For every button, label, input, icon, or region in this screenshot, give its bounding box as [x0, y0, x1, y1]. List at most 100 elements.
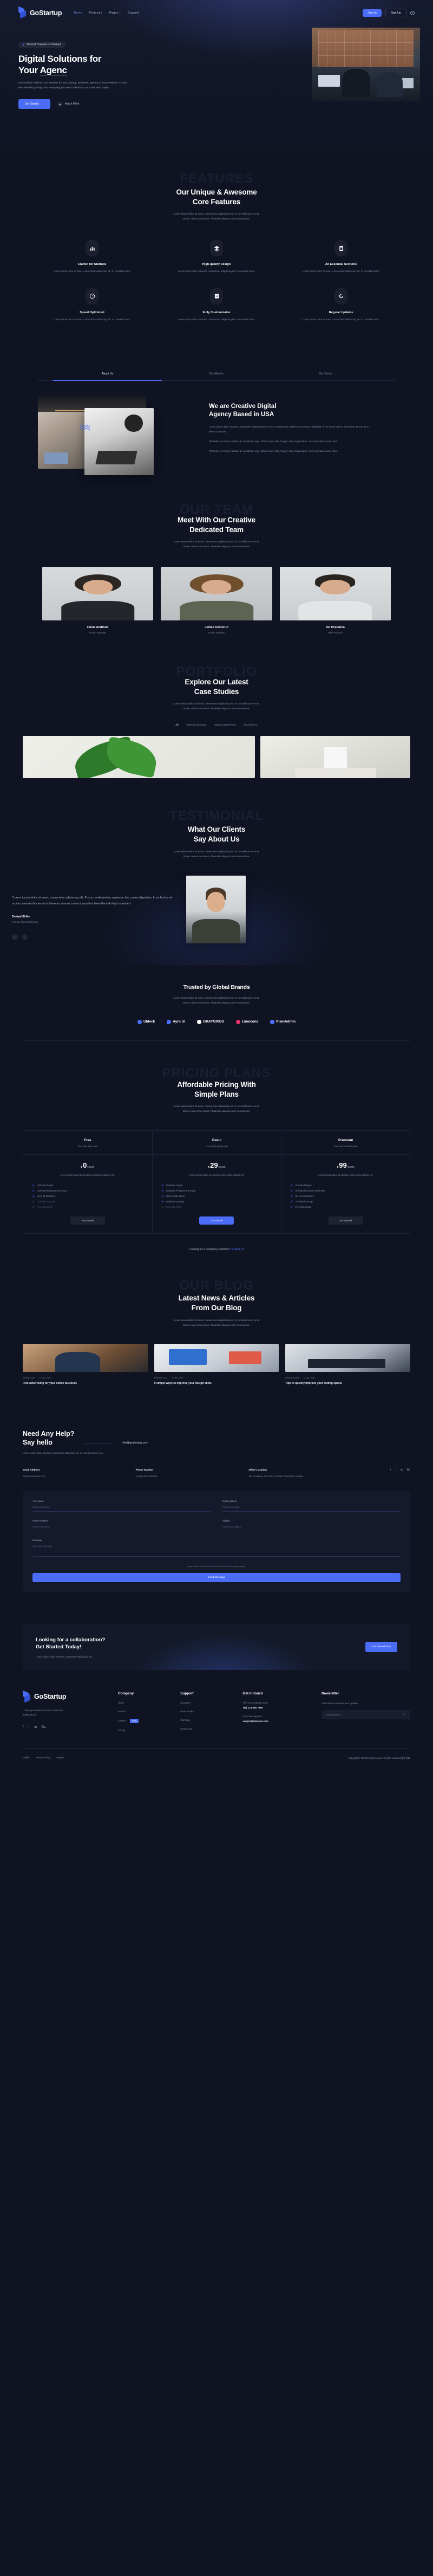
footer-link-support[interactable]: Support [56, 1756, 64, 1759]
filter-all[interactable]: All [175, 723, 178, 726]
plan-desc: Lorem ipsum dolor sit ametion consectetu… [60, 1173, 115, 1176]
testimonial-heading: What Our Clients Say About Us Lorem ipsum… [0, 825, 433, 859]
brands-section: Trusted by Global Brands Lorem ipsum dol… [0, 965, 433, 1057]
send-message-button[interactable]: Send Message [32, 1573, 401, 1583]
nav-item-support[interactable]: Support [128, 11, 139, 15]
portfolio-item-phone[interactable] [260, 736, 410, 779]
footer-link-company[interactable]: Company [180, 1701, 236, 1704]
linkedin-icon[interactable]: in [401, 1468, 403, 1472]
footer-link-privacy-policy[interactable]: Privacy Policy [36, 1756, 50, 1759]
field-label: Phone Number [32, 1519, 48, 1523]
sign-up-button[interactable]: Sign Up [385, 8, 406, 17]
check-icon: ✓ [290, 1206, 293, 1209]
top-navigation-bar: GoStartup Home Features Pages ▾ Support S… [0, 0, 433, 18]
contact-info-item: Phone Number +99 (0) 101 0000 888 [136, 1468, 244, 1479]
plan-cta-button[interactable]: Get Started [328, 1216, 363, 1225]
next-arrow-icon[interactable]: → [22, 934, 28, 940]
brand-graygrids[interactable]: GRAYGRIDS [197, 1019, 224, 1024]
filter-ecommerce[interactable]: eCommerce [244, 723, 258, 726]
play-icon: ▶ [57, 101, 63, 107]
facebook-icon[interactable]: f [23, 1726, 24, 1729]
avatar [42, 566, 154, 620]
brand-plainadmin[interactable]: PlainAdmin [270, 1019, 296, 1024]
plan-cta-button[interactable]: Get Started [199, 1216, 234, 1225]
member-role: Project Manager [89, 631, 107, 634]
field-email-address: Email Address Enter your email [222, 1500, 401, 1512]
hiring-badge: Hiring [129, 1718, 139, 1723]
pricing-contact-link[interactable]: Contact Us [230, 1248, 244, 1251]
brand-uideck[interactable]: UIdeck [137, 1019, 155, 1024]
check-icon: ✓ [161, 1195, 164, 1198]
filter-branding-strategy[interactable]: Branding Strategy [186, 723, 206, 726]
your-name-input[interactable]: Enter your name [32, 1506, 211, 1512]
field-label: Email Address [222, 1500, 237, 1503]
prev-arrow-icon[interactable]: ← [12, 934, 18, 940]
message-textarea[interactable]: Type your message [32, 1545, 401, 1557]
newsletter-email-input[interactable]: Email address [326, 1713, 404, 1716]
blog-date: 10 Jan, 2022 [171, 1377, 183, 1380]
arrow-right-icon: → [41, 102, 44, 106]
brand-logo[interactable]: GoStartup [18, 8, 62, 18]
behance-icon[interactable]: Be [407, 1468, 410, 1472]
field-label: Your Name [32, 1500, 44, 1503]
footer-logo[interactable]: GoStartup [23, 1692, 111, 1702]
cta-get-started-button[interactable]: Get Started Now [365, 1642, 397, 1653]
brand-ayro-ui[interactable]: Ayro UI [167, 1019, 185, 1024]
testimonial-section: Testimonial What Our Clients Say About Us… [0, 800, 433, 965]
hero-how-it-work-button[interactable]: ▶ How it Work [57, 101, 79, 107]
plan-price: $29/month [208, 1161, 226, 1169]
testimonial-photo [186, 875, 246, 943]
support-email[interactable]: support@domain.com [242, 1720, 315, 1723]
behance-icon[interactable]: Be [42, 1726, 45, 1729]
care-phone[interactable]: +(1) 123 456 7890 [242, 1706, 315, 1709]
footer-newsletter-column: Newsletter Subscribe to receive future u… [322, 1692, 410, 1732]
footer-link-contact-us[interactable]: Contact Us [180, 1727, 236, 1730]
subject-input[interactable]: Enter your subject [222, 1525, 401, 1532]
plainadmin-logo-icon [270, 1019, 275, 1024]
tab-our-mission[interactable]: Our Mission [162, 372, 271, 380]
contact-social: f t in Be [362, 1468, 410, 1472]
blog-card[interactable]: Musharof Chy 10 Jan, 2022 9 simple ways t… [154, 1344, 279, 1386]
brand-lineicons[interactable]: Lineicons [235, 1019, 258, 1024]
portfolio-grid [0, 736, 433, 779]
tab-about-us[interactable]: About Us [53, 372, 162, 381]
plan-subtitle: The most popular plan [205, 1144, 228, 1148]
pricing-card-free: Free The most basic plan $0/month Lorem … [23, 1130, 152, 1234]
facebook-icon[interactable]: f [390, 1468, 391, 1472]
feature-desc: Lorem ipsum dolor sit amet, consectetur … [302, 318, 380, 321]
nav-item-home[interactable]: Home [74, 11, 82, 15]
info-title: Phone Number [135, 1468, 154, 1471]
tab-our-vision[interactable]: Our Vision [271, 372, 380, 380]
send-icon[interactable]: ▷ [404, 1713, 406, 1716]
newsletter-form[interactable]: Email address ▷ [322, 1710, 410, 1719]
feature-card: Regular Updates Lorem ipsum dolor sit am… [281, 288, 401, 322]
footer-bottom: English Privacy Policy Support Copyright… [23, 1747, 410, 1772]
nav-item-pages[interactable]: Pages ▾ [109, 11, 121, 15]
plan-cta-button[interactable]: Get Started [70, 1216, 105, 1225]
footer-link-product[interactable]: Product [118, 1710, 174, 1713]
cta-title: Looking for a collaboration? Get Started … [36, 1637, 106, 1651]
footer-link-careers[interactable]: Careers Hiring [118, 1718, 174, 1723]
blog-card[interactable]: Samuyl Joshi 10 Jan, 2022 Free advertisin… [23, 1344, 148, 1386]
email-address-input[interactable]: Enter your email [222, 1506, 401, 1512]
theme-toggle-sun-icon[interactable] [410, 10, 415, 15]
sign-in-button[interactable]: Sign In [363, 9, 382, 17]
filter-digital-experiences[interactable]: Digital Experiences [214, 723, 235, 726]
footer-link-pricing[interactable]: Pricing [118, 1729, 174, 1732]
twitter-icon[interactable]: t [29, 1726, 30, 1729]
contact-email[interactable]: info@gostartup.com [122, 1441, 148, 1445]
footer-link-home[interactable]: Home [118, 1701, 174, 1704]
about-paragraph-1: Lorem ipsum dolor sit amet, consectetur … [209, 425, 369, 433]
linkedin-icon[interactable]: in [34, 1726, 37, 1729]
blog-card[interactable]: Mahfuzul Nabil 10 Jan, 2022 Tips to quick… [285, 1344, 410, 1386]
team-section: OUR TEAM Meet With Our Creative Dedicated… [0, 494, 433, 656]
hero-get-started-button[interactable]: Get Started → [18, 99, 50, 109]
phone-number-input[interactable]: Enter your phone [32, 1525, 211, 1532]
nav-item-features[interactable]: Features [89, 11, 102, 15]
badge-dot-icon [23, 44, 24, 46]
footer-link-our-blog[interactable]: Our Blog [180, 1719, 236, 1721]
footer-link-english[interactable]: English [23, 1756, 30, 1759]
footer-heading: Support [180, 1691, 194, 1695]
portfolio-item-plant[interactable] [23, 736, 255, 779]
footer-link-press-media[interactable]: Press media [180, 1710, 236, 1713]
